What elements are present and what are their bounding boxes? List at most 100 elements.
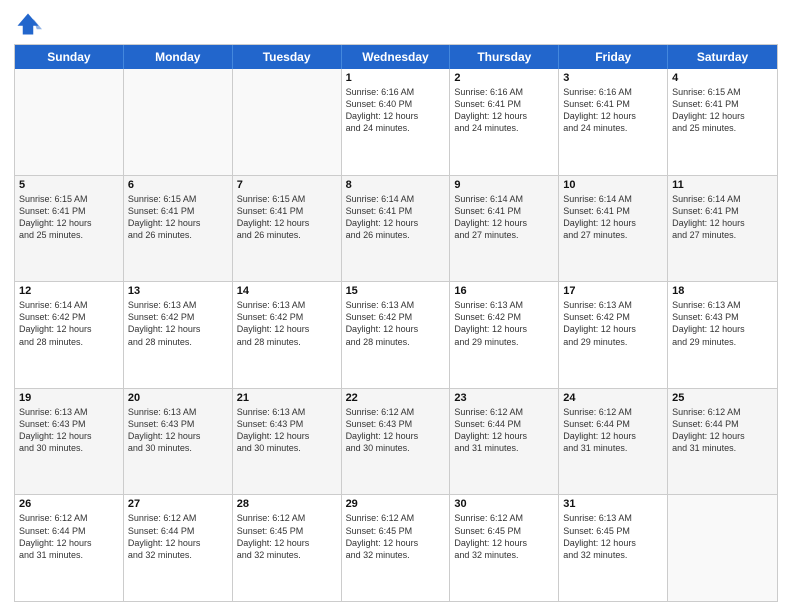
day-number: 9 <box>454 179 554 191</box>
day-cell-24: 24Sunrise: 6:12 AMSunset: 6:44 PMDayligh… <box>559 389 668 495</box>
day-info: Sunrise: 6:16 AMSunset: 6:41 PMDaylight:… <box>563 86 663 135</box>
logo-icon <box>14 10 42 38</box>
day-info: Sunrise: 6:12 AMSunset: 6:45 PMDaylight:… <box>237 512 337 561</box>
day-number: 30 <box>454 498 554 510</box>
day-cell-2: 2 Sunrise: 6:16 AMSunset: 6:41 PMDaylight… <box>450 69 559 175</box>
weekday-header-monday: Monday <box>124 45 233 69</box>
weekday-header-tuesday: Tuesday <box>233 45 342 69</box>
day-cell-13: 13 Sunrise: 6:13 AMSunset: 6:42 PMDayligh… <box>124 282 233 388</box>
day-number: 18 <box>672 285 773 297</box>
day-cell-14: 14 Sunrise: 6:13 AMSunset: 6:42 PMDayligh… <box>233 282 342 388</box>
empty-cell-0-2 <box>233 69 342 175</box>
day-number: 16 <box>454 285 554 297</box>
day-number: 28 <box>237 498 337 510</box>
day-info: Sunrise: 6:16 AMSunset: 6:41 PMDaylight:… <box>454 86 554 135</box>
day-number: 26 <box>19 498 119 510</box>
empty-cell-4-6 <box>668 495 777 601</box>
calendar: SundayMondayTuesdayWednesdayThursdayFrid… <box>14 44 778 602</box>
day-cell-19: 19Sunrise: 6:13 AMSunset: 6:43 PMDayligh… <box>15 389 124 495</box>
day-info: Sunrise: 6:13 AMSunset: 6:42 PMDaylight:… <box>237 299 337 348</box>
day-number: 11 <box>672 179 773 191</box>
day-info: Sunrise: 6:12 AMSunset: 6:44 PMDaylight:… <box>19 512 119 561</box>
day-cell-28: 28 Sunrise: 6:12 AMSunset: 6:45 PMDayligh… <box>233 495 342 601</box>
day-number: 29 <box>346 498 446 510</box>
day-cell-7: 7Sunrise: 6:15 AMSunset: 6:41 PMDaylight… <box>233 176 342 282</box>
day-info: Sunrise: 6:13 AMSunset: 6:43 PMDaylight:… <box>237 406 337 455</box>
calendar-row-4: 26 Sunrise: 6:12 AMSunset: 6:44 PMDayligh… <box>15 494 777 601</box>
day-info: Sunrise: 6:13 AMSunset: 6:43 PMDaylight:… <box>128 406 228 455</box>
day-info: Sunrise: 6:14 AMSunset: 6:41 PMDaylight:… <box>346 193 446 242</box>
day-number: 2 <box>454 72 554 84</box>
weekday-header-wednesday: Wednesday <box>342 45 451 69</box>
day-number: 17 <box>563 285 663 297</box>
day-number: 20 <box>128 392 228 404</box>
day-number: 22 <box>346 392 446 404</box>
day-cell-15: 15 Sunrise: 6:13 AMSunset: 6:42 PMDayligh… <box>342 282 451 388</box>
day-cell-30: 30Sunrise: 6:12 AMSunset: 6:45 PMDayligh… <box>450 495 559 601</box>
day-number: 27 <box>128 498 228 510</box>
day-cell-18: 18 Sunrise: 6:13 AMSunset: 6:43 PMDayligh… <box>668 282 777 388</box>
day-info: Sunrise: 6:13 AMSunset: 6:42 PMDaylight:… <box>563 299 663 348</box>
header <box>14 10 778 38</box>
weekday-header-friday: Friday <box>559 45 668 69</box>
weekday-header-sunday: Sunday <box>15 45 124 69</box>
day-cell-12: 12 Sunrise: 6:14 AMSunset: 6:42 PMDayligh… <box>15 282 124 388</box>
day-number: 24 <box>563 392 663 404</box>
logo <box>14 10 46 38</box>
day-number: 14 <box>237 285 337 297</box>
day-info: Sunrise: 6:14 AMSunset: 6:41 PMDaylight:… <box>563 193 663 242</box>
day-cell-5: 5 Sunrise: 6:15 AMSunset: 6:41 PMDaylight… <box>15 176 124 282</box>
weekday-header-saturday: Saturday <box>668 45 777 69</box>
day-info: Sunrise: 6:15 AMSunset: 6:41 PMDaylight:… <box>128 193 228 242</box>
day-number: 5 <box>19 179 119 191</box>
day-info: Sunrise: 6:13 AMSunset: 6:42 PMDaylight:… <box>346 299 446 348</box>
day-info: Sunrise: 6:13 AMSunset: 6:42 PMDaylight:… <box>454 299 554 348</box>
day-number: 19 <box>19 392 119 404</box>
day-info: Sunrise: 6:12 AMSunset: 6:45 PMDaylight:… <box>346 512 446 561</box>
page: SundayMondayTuesdayWednesdayThursdayFrid… <box>0 0 792 612</box>
day-number: 6 <box>128 179 228 191</box>
day-cell-4: 4 Sunrise: 6:15 AMSunset: 6:41 PMDaylight… <box>668 69 777 175</box>
day-cell-20: 20 Sunrise: 6:13 AMSunset: 6:43 PMDayligh… <box>124 389 233 495</box>
day-cell-3: 3Sunrise: 6:16 AMSunset: 6:41 PMDaylight… <box>559 69 668 175</box>
day-info: Sunrise: 6:12 AMSunset: 6:43 PMDaylight:… <box>346 406 446 455</box>
day-info: Sunrise: 6:15 AMSunset: 6:41 PMDaylight:… <box>19 193 119 242</box>
day-cell-26: 26 Sunrise: 6:12 AMSunset: 6:44 PMDayligh… <box>15 495 124 601</box>
day-cell-10: 10 Sunrise: 6:14 AMSunset: 6:41 PMDayligh… <box>559 176 668 282</box>
day-info: Sunrise: 6:13 AMSunset: 6:43 PMDaylight:… <box>672 299 773 348</box>
day-info: Sunrise: 6:16 AMSunset: 6:40 PMDaylight:… <box>346 86 446 135</box>
day-number: 1 <box>346 72 446 84</box>
day-cell-23: 23 Sunrise: 6:12 AMSunset: 6:44 PMDayligh… <box>450 389 559 495</box>
day-number: 31 <box>563 498 663 510</box>
day-info: Sunrise: 6:14 AMSunset: 6:42 PMDaylight:… <box>19 299 119 348</box>
day-number: 23 <box>454 392 554 404</box>
day-info: Sunrise: 6:14 AMSunset: 6:41 PMDaylight:… <box>672 193 773 242</box>
calendar-body: 1 Sunrise: 6:16 AMSunset: 6:40 PMDaylight… <box>15 69 777 601</box>
calendar-row-0: 1 Sunrise: 6:16 AMSunset: 6:40 PMDaylight… <box>15 69 777 175</box>
day-cell-22: 22 Sunrise: 6:12 AMSunset: 6:43 PMDayligh… <box>342 389 451 495</box>
day-info: Sunrise: 6:13 AMSunset: 6:45 PMDaylight:… <box>563 512 663 561</box>
day-number: 15 <box>346 285 446 297</box>
day-info: Sunrise: 6:13 AMSunset: 6:42 PMDaylight:… <box>128 299 228 348</box>
day-cell-21: 21Sunrise: 6:13 AMSunset: 6:43 PMDayligh… <box>233 389 342 495</box>
day-number: 13 <box>128 285 228 297</box>
calendar-header: SundayMondayTuesdayWednesdayThursdayFrid… <box>15 45 777 69</box>
day-number: 10 <box>563 179 663 191</box>
day-cell-1: 1 Sunrise: 6:16 AMSunset: 6:40 PMDaylight… <box>342 69 451 175</box>
day-info: Sunrise: 6:12 AMSunset: 6:44 PMDaylight:… <box>454 406 554 455</box>
day-info: Sunrise: 6:15 AMSunset: 6:41 PMDaylight:… <box>672 86 773 135</box>
empty-cell-0-1 <box>124 69 233 175</box>
day-number: 7 <box>237 179 337 191</box>
day-info: Sunrise: 6:12 AMSunset: 6:44 PMDaylight:… <box>128 512 228 561</box>
day-info: Sunrise: 6:12 AMSunset: 6:44 PMDaylight:… <box>672 406 773 455</box>
calendar-row-1: 5 Sunrise: 6:15 AMSunset: 6:41 PMDaylight… <box>15 175 777 282</box>
day-cell-9: 9Sunrise: 6:14 AMSunset: 6:41 PMDaylight… <box>450 176 559 282</box>
calendar-row-2: 12 Sunrise: 6:14 AMSunset: 6:42 PMDayligh… <box>15 281 777 388</box>
day-cell-11: 11 Sunrise: 6:14 AMSunset: 6:41 PMDayligh… <box>668 176 777 282</box>
day-cell-8: 8Sunrise: 6:14 AMSunset: 6:41 PMDaylight… <box>342 176 451 282</box>
day-cell-17: 17 Sunrise: 6:13 AMSunset: 6:42 PMDayligh… <box>559 282 668 388</box>
weekday-header-thursday: Thursday <box>450 45 559 69</box>
day-cell-16: 16 Sunrise: 6:13 AMSunset: 6:42 PMDayligh… <box>450 282 559 388</box>
day-number: 12 <box>19 285 119 297</box>
day-number: 4 <box>672 72 773 84</box>
